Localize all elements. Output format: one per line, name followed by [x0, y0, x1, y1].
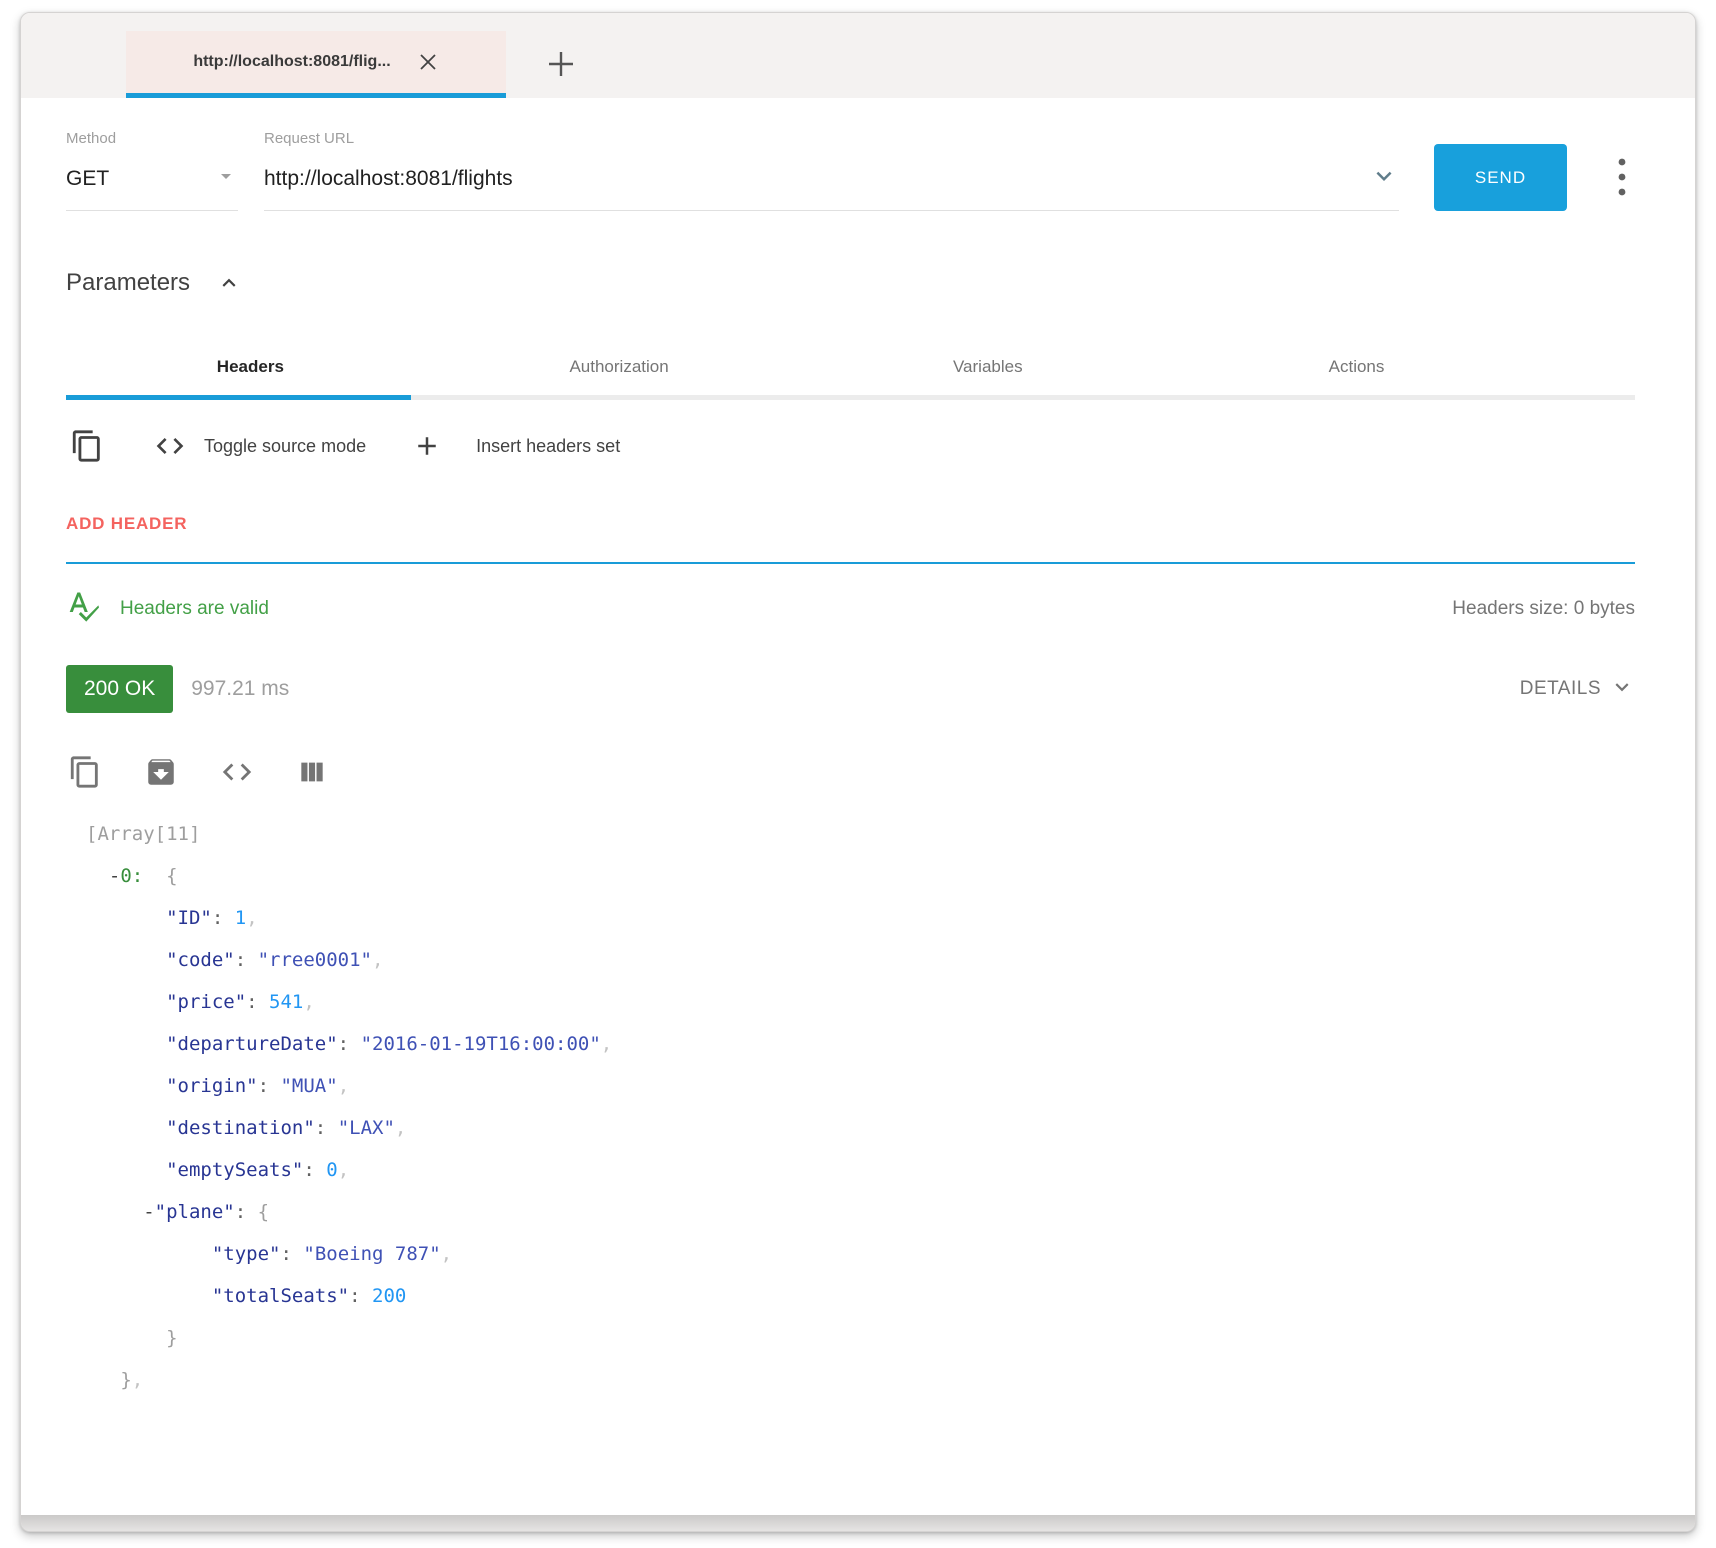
json-line: "price": 541,: [86, 981, 1635, 1023]
json-line: "emptySeats": 0,: [86, 1149, 1635, 1191]
url-field[interactable]: Request URL http://localhost:8081/flight…: [264, 130, 1399, 211]
add-header-button[interactable]: ADD HEADER: [66, 514, 187, 534]
toggle-source-mode-button[interactable]: Toggle source mode: [204, 436, 366, 457]
collapse-chevron-up-icon[interactable]: [216, 270, 242, 296]
details-toggle[interactable]: DETAILS: [1520, 674, 1635, 705]
json-line: [Array[11]: [86, 813, 1635, 855]
json-line: },: [86, 1359, 1635, 1401]
json-line: "origin": "MUA",: [86, 1065, 1635, 1107]
params-active-tab-indicator: [66, 395, 411, 400]
url-value[interactable]: http://localhost:8081/flights: [264, 167, 513, 191]
parameters-section-header: Parameters: [66, 269, 1635, 297]
request-menu-kebab-icon[interactable]: [1609, 148, 1635, 211]
close-icon[interactable]: [417, 51, 439, 73]
json-line: "totalSeats": 200: [86, 1275, 1635, 1317]
save-download-icon[interactable]: [142, 753, 180, 791]
copy-icon[interactable]: [66, 425, 108, 467]
copy-response-icon[interactable]: [66, 753, 104, 791]
details-label: DETAILS: [1520, 678, 1601, 700]
url-chevron-down-icon[interactable]: [1369, 161, 1399, 197]
status-badge: 200 OK: [66, 665, 173, 713]
tab-variables[interactable]: Variables: [803, 357, 1172, 377]
tab-authorization[interactable]: Authorization: [435, 357, 804, 377]
method-label: Method: [66, 130, 238, 147]
active-tab-indicator: [126, 93, 506, 98]
request-tab-title: http://localhost:8081/flig...: [193, 53, 390, 71]
headers-valid-message: Headers are valid: [120, 598, 269, 620]
parameters-title: Parameters: [66, 269, 190, 297]
details-chevron-down-icon: [1609, 674, 1635, 705]
section-divider: [66, 562, 1635, 564]
json-line: "type": "Boeing 787",: [86, 1233, 1635, 1275]
headers-size-text: Headers size: 0 bytes: [1452, 598, 1635, 620]
tab-actions[interactable]: Actions: [1172, 357, 1541, 377]
headers-validation-row: Headers are valid Headers size: 0 bytes: [66, 588, 1635, 629]
headers-toolbar: Toggle source mode Insert headers set: [66, 420, 1635, 472]
send-button[interactable]: SEND: [1434, 144, 1567, 211]
params-tabs: HeadersAuthorizationVariablesActions: [66, 339, 1541, 395]
tab-bar: http://localhost:8081/flig...: [21, 13, 1695, 98]
response-status-row: 200 OK 997.21 ms DETAILS: [66, 665, 1635, 713]
response-time: 997.21 ms: [191, 677, 289, 701]
code-brackets-icon[interactable]: [150, 426, 190, 466]
method-dropdown-caret-icon[interactable]: [214, 164, 238, 194]
json-line: "ID": 1,: [86, 897, 1635, 939]
request-tab[interactable]: http://localhost:8081/flig...: [126, 31, 506, 93]
method-value: GET: [66, 167, 109, 191]
json-line: "departureDate": "2016-01-19T16:00:00",: [86, 1023, 1635, 1065]
method-field[interactable]: Method GET: [66, 130, 238, 211]
response-toolbar: [66, 753, 1635, 791]
json-line: }: [86, 1317, 1635, 1359]
table-columns-icon[interactable]: [294, 754, 330, 790]
new-tab-button[interactable]: [543, 46, 579, 82]
window-bottom-edge: [21, 1515, 1695, 1531]
tab-headers[interactable]: Headers: [66, 357, 435, 377]
json-line: "code": "rree0001",: [86, 939, 1635, 981]
url-label: Request URL: [264, 130, 1399, 147]
spellcheck-valid-icon: [66, 588, 102, 629]
plus-icon[interactable]: [408, 427, 446, 465]
app-window: http://localhost:8081/flig... Method GET: [20, 12, 1696, 1532]
insert-headers-set-button[interactable]: Insert headers set: [476, 436, 620, 457]
params-tabs-track: [66, 395, 1635, 400]
request-editor: Method GET Request URL http://localhost:…: [66, 130, 1635, 211]
json-line: "destination": "LAX",: [86, 1107, 1635, 1149]
json-line: -0: {: [86, 855, 1635, 897]
response-body[interactable]: [Array[11] -0: { "ID": 1, "code": "rree0…: [66, 813, 1635, 1401]
view-source-code-icon[interactable]: [218, 753, 256, 791]
json-line: -"plane": {: [86, 1191, 1635, 1233]
